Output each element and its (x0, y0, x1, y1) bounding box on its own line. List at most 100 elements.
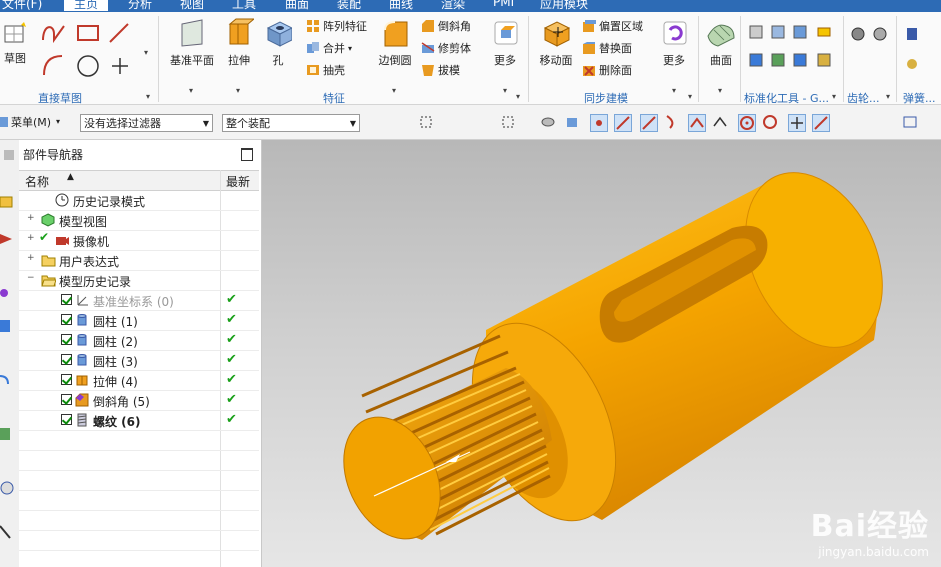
maximize-icon[interactable] (241, 148, 253, 161)
tab-view[interactable]: 视图 (180, 0, 204, 12)
sort-ascending-icon[interactable]: ▲ (67, 172, 74, 182)
extrude-button[interactable]: 拉伸 (222, 18, 256, 68)
move-face-button[interactable]: 移动面 (536, 18, 576, 68)
selection-scope-icon[interactable] (370, 114, 388, 132)
general-selection-icon[interactable] (418, 114, 436, 132)
snap-on-curve-icon[interactable] (812, 114, 830, 132)
tree-item-cylinder-1[interactable]: 圆柱 (1) ✔ (19, 310, 259, 331)
history-icon[interactable] (0, 426, 14, 442)
gear-tools[interactable] (850, 26, 898, 72)
surface-button[interactable]: 曲面 (704, 18, 738, 68)
tab-assembly[interactable]: 装配 (337, 0, 361, 12)
visibility-checkbox[interactable] (61, 394, 72, 405)
offset-region-button[interactable]: 偏置区域 (582, 18, 643, 34)
tree-item-extrude-4[interactable]: 拉伸 (4) ✔ (19, 370, 259, 391)
column-name-header[interactable]: 名称 (25, 173, 49, 190)
sync-more-arrow[interactable]: ▾ (672, 86, 676, 95)
delete-face-button[interactable]: 删除面 (582, 62, 632, 78)
tab-file[interactable]: 文件(F) (2, 0, 42, 12)
web-browser-icon[interactable] (0, 372, 14, 388)
trim-body-button[interactable]: 修剪体 (421, 40, 471, 56)
spring-tools[interactable] (904, 26, 934, 72)
unite-button[interactable]: 合并 ▾ (306, 40, 352, 56)
view-orient-icon[interactable] (924, 114, 941, 132)
tab-render[interactable]: 渲染 (441, 0, 465, 12)
column-latest-header[interactable]: 最新 (226, 173, 250, 190)
tree-item-user-expressions[interactable]: + 用户表达式 (19, 250, 259, 271)
sketch-curve-tools[interactable] (40, 20, 152, 82)
snap-on-face-icon[interactable] (838, 114, 856, 132)
edge-select-icon[interactable] (452, 114, 470, 132)
clock-icon[interactable] (0, 480, 14, 496)
solid-body-icon[interactable] (564, 114, 582, 132)
assembly-scope-select[interactable]: 整个装配 ▼ (222, 114, 360, 132)
snap-curve-icon[interactable] (664, 114, 682, 132)
surface-arrow[interactable]: ▾ (718, 86, 722, 95)
standard-parts-tools[interactable] (748, 24, 836, 74)
sketch-more-arrow[interactable]: ▾ (144, 48, 148, 57)
sync-more-button[interactable]: 更多 (656, 18, 692, 68)
reuse-library-icon[interactable] (0, 286, 14, 300)
edge-blend-button[interactable]: 边倒圆 (374, 18, 416, 68)
replace-face-button[interactable]: 替换面 (582, 40, 632, 56)
edge-blend-arrow[interactable]: ▾ (392, 86, 396, 95)
face-select-icon[interactable] (476, 114, 494, 132)
visibility-checkbox[interactable] (61, 354, 72, 365)
expand-icon[interactable]: + (27, 214, 35, 223)
tree-item-model-history[interactable]: − 模型历史记录 (19, 270, 259, 291)
tree-item-cylinder-2[interactable]: 圆柱 (2) ✔ (19, 330, 259, 351)
datum-plane-arrow[interactable]: ▾ (189, 86, 193, 95)
snap-quadrant-icon[interactable] (762, 114, 780, 132)
chamfer-button[interactable]: 倒斜角 (421, 18, 471, 34)
visibility-checkbox[interactable] (61, 334, 72, 345)
feature-group-arrow[interactable]: ▾ (516, 92, 520, 101)
menu-arrow-icon[interactable]: ▾ (56, 117, 60, 126)
direct-sketch-group-arrow[interactable]: ▾ (146, 92, 150, 101)
gear-group-arrow[interactable]: ▾ (886, 92, 890, 101)
tab-home[interactable]: 主页 (64, 0, 109, 11)
sketch-button[interactable]: 草图 (0, 20, 30, 66)
draft-button[interactable]: 拔模 (421, 62, 460, 78)
datum-plane-button[interactable]: 基准平面 (168, 18, 216, 68)
tab-pmi[interactable]: PMI (493, 0, 514, 9)
snap-arc-center-icon[interactable] (738, 114, 756, 132)
constraint-navigator-icon[interactable] (0, 232, 14, 246)
tree-item-history-mode[interactable]: 历史记录模式 (19, 190, 259, 211)
visibility-checkbox[interactable] (61, 374, 72, 385)
tree-item-datum-csys[interactable]: 基准坐标系 (0) ✔ (19, 290, 259, 311)
tab-surface[interactable]: 曲面 (285, 0, 309, 12)
settings-icon[interactable] (2, 148, 16, 162)
visibility-checkbox[interactable] (61, 294, 72, 305)
tree-item-cameras[interactable]: + ✔ 摄像机 (19, 230, 259, 251)
roles-icon[interactable] (0, 524, 14, 540)
tab-curve[interactable]: 曲线 (389, 0, 413, 12)
expand-icon[interactable]: + (27, 234, 35, 243)
tab-tools[interactable]: 工具 (232, 0, 256, 12)
feature-more-arrow[interactable]: ▾ (503, 86, 507, 95)
feature-more-button[interactable]: 更多 (488, 18, 522, 68)
select-feature-icon[interactable] (394, 114, 412, 132)
shell-button[interactable]: 抽壳 (306, 62, 345, 78)
menu-button[interactable]: 菜单(M) (11, 114, 51, 130)
snap-midpoint-icon[interactable] (614, 114, 632, 132)
tree-item-thread-6[interactable]: 螺纹 (6) ✔ (19, 410, 259, 431)
assembly-navigator-icon[interactable] (0, 195, 14, 209)
tab-applications[interactable]: 应用模块 (540, 0, 588, 12)
unite-arrow-icon[interactable]: ▾ (348, 44, 352, 53)
view-fit-icon[interactable] (902, 114, 920, 132)
collapse-icon[interactable]: − (27, 274, 35, 283)
hole-button[interactable]: 孔 (262, 18, 294, 68)
extrude-arrow[interactable]: ▾ (236, 86, 240, 95)
tree-item-model-views[interactable]: + 模型视图 (19, 210, 259, 231)
pattern-feature-button[interactable]: 阵列特征 (306, 18, 367, 34)
snap-endpoint-icon[interactable] (590, 114, 608, 132)
sync-group-arrow[interactable]: ▾ (688, 92, 692, 101)
hd3d-tools-icon[interactable] (0, 318, 14, 334)
snap-bounded-grid-icon[interactable] (862, 114, 880, 132)
tab-analysis[interactable]: 分析 (128, 0, 152, 12)
tree-item-cylinder-3[interactable]: 圆柱 (3) ✔ (19, 350, 259, 371)
visibility-checkbox[interactable] (61, 314, 72, 325)
graphics-window[interactable]: Bai经验 jingyan.baidu.com (262, 140, 941, 567)
body-select-icon[interactable] (540, 114, 558, 132)
selection-filter-select[interactable]: 没有选择过滤器 ▼ (80, 114, 213, 132)
